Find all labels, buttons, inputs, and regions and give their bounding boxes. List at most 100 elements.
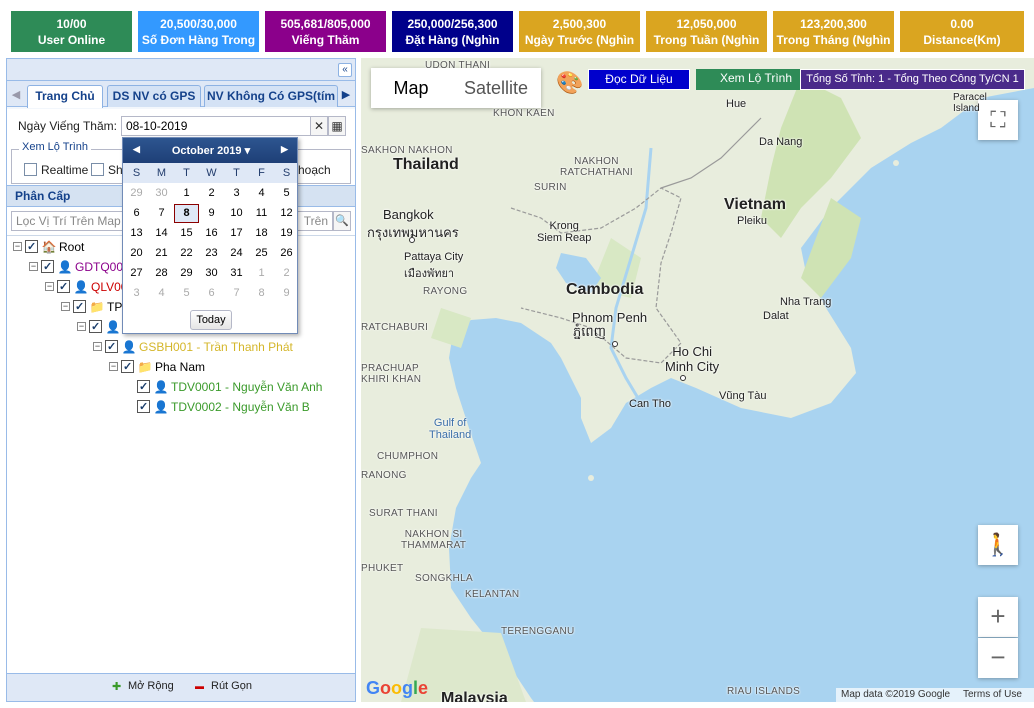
calendar-day[interactable]: 4 — [149, 287, 174, 299]
calendar-day[interactable]: 7 — [224, 287, 249, 299]
tree-checkbox[interactable] — [105, 338, 118, 356]
zoom-in-button[interactable]: + — [978, 597, 1018, 637]
terms-link[interactable]: Terms of Use — [958, 688, 1034, 702]
calendar-day[interactable]: 22 — [174, 247, 199, 259]
collapse-icon[interactable]: ▬ — [195, 681, 204, 691]
calendar-day[interactable]: 11 — [249, 207, 274, 219]
calendar-day[interactable]: 31 — [224, 267, 249, 279]
calendar-day[interactable]: 17 — [224, 227, 249, 239]
calendar-day[interactable]: 3 — [124, 287, 149, 299]
calendar-day[interactable]: 26 — [274, 247, 299, 259]
map-view[interactable]: Map Satellite 🎨 Đọc Dữ Liệu Xem Lộ Trình… — [361, 58, 1034, 702]
tree-checkbox[interactable] — [25, 238, 38, 256]
next-month-icon[interactable]: ▶ — [281, 144, 288, 155]
tree-checkbox[interactable] — [137, 398, 150, 416]
pegman-icon[interactable]: 🚶 — [978, 525, 1018, 565]
calendar-day[interactable]: 15 — [174, 227, 199, 239]
stat-orders[interactable]: 20,500/30,000 Số Đơn Hàng Trong — [138, 11, 259, 52]
tab-staff-gps[interactable]: DS NV có GPS — [107, 85, 201, 107]
tree-checkbox[interactable] — [41, 258, 54, 276]
collapse-icon[interactable]: − — [29, 262, 38, 271]
calendar-day[interactable]: 20 — [124, 247, 149, 259]
calendar-day[interactable]: 14 — [149, 227, 174, 239]
calendar-day[interactable]: 10 — [224, 207, 249, 219]
calendar-day[interactable]: 9 — [199, 207, 224, 219]
stat-yesterday[interactable]: 2,500,300 Ngày Trước (Nghìn — [519, 11, 640, 52]
collapse-icon[interactable]: − — [61, 302, 70, 311]
map-type-satellite-button[interactable]: Satellite — [451, 68, 541, 108]
stat-users-online[interactable]: 10/00 User Online — [11, 11, 132, 52]
calendar-day[interactable]: 9 — [274, 287, 299, 299]
calendar-day[interactable]: 6 — [124, 207, 149, 219]
stat-distance[interactable]: 0.00 Distance(Km) — [900, 11, 1024, 52]
calendar-day[interactable]: 16 — [199, 227, 224, 239]
collapse-icon[interactable]: − — [13, 242, 22, 251]
view-route-button[interactable]: Xem Lộ Trình — [696, 69, 816, 90]
tree-checkbox[interactable] — [121, 358, 134, 376]
today-button[interactable]: Today — [190, 310, 232, 330]
month-title[interactable]: October 2019 ▾ — [123, 144, 299, 157]
zoom-out-button[interactable]: − — [978, 638, 1018, 678]
tab-scroll-right-icon[interactable]: ▶ — [339, 87, 353, 103]
calendar-day[interactable]: 30 — [199, 267, 224, 279]
collapse-panel-icon[interactable]: « — [338, 63, 352, 77]
calendar-icon[interactable]: ▦ — [328, 116, 346, 136]
tab-staff-no-gps[interactable]: NV Không Có GPS(tím — [204, 85, 338, 107]
calendar-day[interactable]: 6 — [199, 287, 224, 299]
realtime-checkbox[interactable] — [24, 163, 37, 176]
calendar-day[interactable]: 4 — [249, 187, 274, 199]
tree-checkbox[interactable] — [137, 378, 150, 396]
calendar-day[interactable]: 7 — [149, 207, 174, 219]
date-field[interactable]: 08-10-2019 — [121, 116, 311, 136]
tree-checkbox[interactable] — [89, 318, 102, 336]
calendar-day[interactable]: 25 — [249, 247, 274, 259]
show-checkbox[interactable] — [91, 163, 104, 176]
calendar-day[interactable]: 2 — [199, 187, 224, 199]
calendar-day[interactable]: 1 — [174, 187, 199, 199]
calendar-day[interactable]: 30 — [149, 187, 174, 199]
map-marker-hcm — [680, 375, 686, 381]
tree-checkbox[interactable] — [73, 298, 86, 316]
weekday-label: W — [206, 167, 217, 179]
clear-date-icon[interactable]: ✕ — [310, 116, 328, 136]
palette-icon[interactable]: 🎨 — [555, 68, 585, 98]
calendar-day[interactable]: 2 — [274, 267, 299, 279]
calendar-day[interactable]: 8 — [174, 204, 199, 223]
collapse-icon[interactable]: − — [45, 282, 54, 291]
calendar-day[interactable]: 28 — [149, 267, 174, 279]
calendar-day[interactable]: 5 — [274, 187, 299, 199]
calendar-day[interactable]: 27 — [124, 267, 149, 279]
search-icon[interactable]: 🔍 — [333, 211, 351, 231]
stat-visits[interactable]: 505,681/805,000 Viếng Thăm — [265, 11, 386, 52]
calendar-day[interactable]: 3 — [224, 187, 249, 199]
read-data-button[interactable]: Đọc Dữ Liệu — [588, 69, 690, 90]
google-logo[interactable]: Google — [366, 678, 428, 699]
calendar-day[interactable]: 5 — [174, 287, 199, 299]
calendar-day[interactable]: 23 — [199, 247, 224, 259]
stat-month[interactable]: 123,200,300 Trong Tháng (Nghìn — [773, 11, 894, 52]
tab-home[interactable]: Trang Chủ — [27, 85, 103, 108]
expand-icon[interactable]: ✚ — [112, 680, 121, 693]
calendar-day[interactable]: 19 — [274, 227, 299, 239]
stat-week[interactable]: 12,050,000 Trong Tuần (Nghìn — [646, 11, 767, 52]
collapse-icon[interactable]: − — [109, 362, 118, 371]
calendar-day[interactable]: 13 — [124, 227, 149, 239]
calendar-day[interactable]: 12 — [274, 207, 299, 219]
expand-all-button[interactable]: Mở Rộng — [128, 680, 174, 692]
calendar-day[interactable]: 29 — [174, 267, 199, 279]
calendar-day[interactable]: 8 — [249, 287, 274, 299]
collapse-icon[interactable]: − — [77, 322, 86, 331]
stat-order-amount[interactable]: 250,000/256,300 Đặt Hàng (Nghìn — [392, 11, 513, 52]
calendar-day[interactable]: 1 — [249, 267, 274, 279]
calendar-day[interactable]: 18 — [249, 227, 274, 239]
calendar-day[interactable]: 21 — [149, 247, 174, 259]
tab-scroll-left-icon[interactable]: ◀ — [9, 87, 23, 103]
weekday-label: S — [132, 167, 141, 179]
map-label-nakhonsi: NAKHON SI THAMMARAT — [401, 529, 467, 551]
calendar-day[interactable]: 29 — [124, 187, 149, 199]
tree-checkbox[interactable] — [57, 278, 70, 296]
map-type-map-button[interactable]: Map — [371, 68, 451, 108]
calendar-day[interactable]: 24 — [224, 247, 249, 259]
collapse-icon[interactable]: − — [93, 342, 102, 351]
collapse-all-button[interactable]: Rút Gọn — [211, 680, 252, 692]
